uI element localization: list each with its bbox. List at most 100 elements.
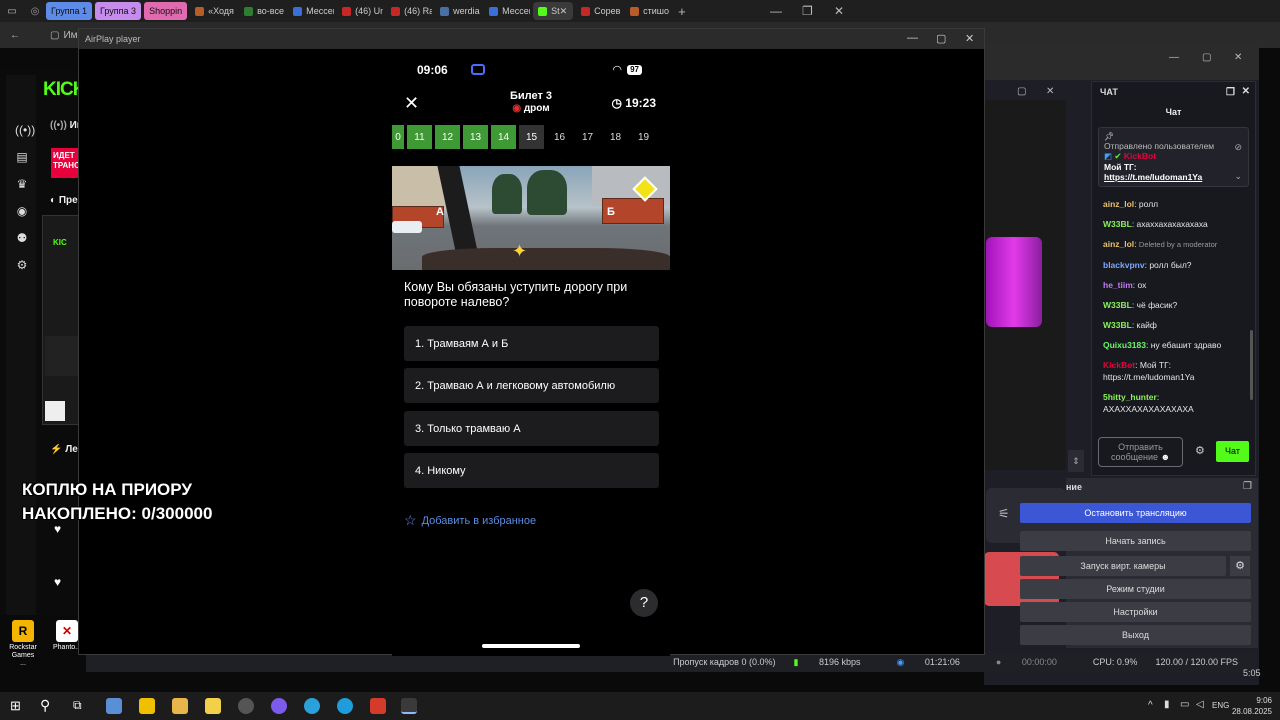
question-number[interactable]: 11 [407,125,432,149]
help-button[interactable]: ? [630,589,658,617]
browser-close-icon[interactable]: ✕ [834,0,844,22]
browser-tab[interactable]: во-все [239,2,285,20]
browser-tab[interactable]: (46) Ra [386,2,432,20]
question-number[interactable]: 0 [392,125,404,149]
browser-minimize-icon[interactable]: — [770,0,782,22]
taskbar-app-icon[interactable] [205,698,221,714]
telegram-icon[interactable] [304,698,320,714]
stream-preview-thumbnail[interactable]: KIC [42,215,80,425]
chat-username[interactable]: 5hitty_hunter [1103,392,1157,402]
airplay-maximize-icon[interactable]: ▢ [936,32,946,45]
preview-close-icon[interactable]: ✕ [1046,86,1054,97]
chat-message[interactable]: Quixu3183: ну ебашит здраво [1092,339,1257,351]
settings-button[interactable]: Настройки [1020,602,1251,622]
pinned-message[interactable]: 📌︎ Отправлено пользователем ◩ ✔ KickBot … [1098,127,1249,187]
browser-tab[interactable]: «Ходя [190,2,236,20]
obs-minimize-icon[interactable]: — [1169,52,1179,63]
chat-message[interactable]: ainz_lol: Deleted by a moderator [1092,238,1257,251]
chevron-down-icon[interactable]: ⌄ [1234,171,1242,182]
question-number[interactable]: 14 [491,125,516,149]
question-number[interactable]: 19 [631,125,656,149]
back-arrow-icon[interactable]: ← [10,30,20,41]
tray-chevron-icon[interactable]: ^ [1148,700,1153,711]
question-number[interactable]: 16 [547,125,572,149]
chat-message[interactable]: blackvpnv: ролл был? [1092,259,1257,271]
settings-gear-icon[interactable]: ⚙ [15,258,29,272]
windows-start-icon[interactable]: ⊞ [10,698,21,714]
file-explorer-icon[interactable] [172,698,188,714]
broadcast-icon[interactable]: ((•)) [15,123,35,137]
search-icon[interactable]: ⚲ [40,697,50,714]
taskbar-app-icon[interactable] [106,698,122,714]
answer-option-4[interactable]: 4. Никому [404,453,659,488]
browser-tab[interactable]: стишо [625,2,671,20]
volume-icon[interactable]: ◁ [1196,699,1204,710]
desktop-icon-rockstar[interactable]: R Rockstar Games ... [8,620,38,668]
chat-username[interactable]: W33BL [1103,320,1132,330]
question-number[interactable]: 15 [519,125,544,149]
chat-message[interactable]: he_tiim: ох [1092,279,1257,291]
kick-section-feed[interactable]: ⚡ Лен [50,444,80,455]
chat-close-icon[interactable]: ✕ [1242,86,1250,97]
chat-username[interactable]: blackvpnv [1103,260,1145,270]
edge-icon[interactable] [337,698,353,714]
shield-icon[interactable] [370,698,386,714]
browser-tab[interactable]: werdia [435,2,481,20]
start-record-button[interactable]: Начать запись [1020,531,1251,551]
chat-message[interactable]: KickBot: Мой ТГ: https://t.me/ludoman1Ya [1092,359,1257,383]
trophy-icon[interactable]: ♛ [15,177,29,191]
clock[interactable]: 9:06 28.08.2025 [1232,695,1272,717]
chevron-updown-icon[interactable]: ⇕ [1068,450,1084,472]
chat-username[interactable]: he_tiim [1103,280,1133,290]
obs-close-icon[interactable]: ✕ [1234,52,1242,63]
chat-input[interactable]: Отправить сообщение ☻ [1098,437,1183,467]
controls-popout-icon[interactable]: ❐ [1243,481,1252,492]
browser-tab[interactable]: Мессен [484,2,530,20]
chat-username[interactable]: Quixu3183 [1103,340,1146,350]
browser-tab[interactable]: Группа 3 [95,2,142,20]
answer-option-3[interactable]: 3. Только трамваю А [404,411,659,446]
browser-tab[interactable]: (46) Un [337,2,383,20]
chat-send-button[interactable]: Чат [1216,441,1249,462]
obs-restore-icon[interactable]: ▢ [1202,52,1211,63]
chat-username[interactable]: W33BL [1103,219,1132,229]
kick-section-info[interactable]: ((•)) Ино [50,120,80,131]
chat-scrollbar[interactable] [1250,330,1253,400]
add-to-favorites-button[interactable]: ☆ Добавить в избранное [404,512,536,529]
airplay-close-icon[interactable]: ✕ [965,32,974,45]
chat-message[interactable]: W33BL: чё фасик? [1092,299,1257,311]
heart-icon[interactable]: ♥ [54,575,61,589]
chat-message[interactable]: ainz_lol: ролл [1092,198,1257,210]
microphone-icon[interactable]: ▮ [1164,699,1170,710]
unpin-icon[interactable]: ⊘ [1234,142,1242,153]
new-tab-icon[interactable]: + [678,4,686,19]
question-number[interactable]: 12 [435,125,460,149]
chat-username[interactable]: ainz_lol [1103,199,1134,209]
kick-section-preview[interactable]: ◐ Пре [50,195,80,206]
chat-message[interactable]: W33BL: ахаххахахахахаха [1092,218,1257,230]
question-number[interactable]: 18 [603,125,628,149]
chat-username[interactable]: W33BL [1103,300,1132,310]
studio-mode-button[interactable]: Режим студии [1020,579,1251,599]
chat-username[interactable]: ainz_lol [1103,239,1134,249]
browser-tab[interactable]: Shoppin [144,2,188,20]
popout-icon[interactable]: ❐ [1226,87,1235,98]
mixer-settings-icon[interactable]: ⚟ [998,506,1010,522]
browser-menu-icon[interactable]: ▭ [0,6,24,17]
obs-icon[interactable] [238,698,254,714]
browser-tab[interactable]: Мессен [288,2,334,20]
question-number[interactable]: 17 [575,125,600,149]
stop-stream-button[interactable]: Остановить трансляцию [1020,503,1251,523]
chat-message[interactable]: 5hitty_hunter: АХАХХАХАХАХАХАХА [1092,391,1257,415]
virtual-cam-settings-icon[interactable]: ⚙ [1230,556,1250,576]
preview-restore-icon[interactable]: ▢ [1017,86,1026,97]
tab-close-icon[interactable]: ✕ [560,6,568,17]
airplay-taskbar-icon[interactable] [401,698,417,714]
browser-globe-icon[interactable]: ◎ [24,6,46,17]
answer-option-1[interactable]: 1. Трамваям А и Б [404,326,659,361]
browser-tab[interactable]: Группа 1 [46,2,93,20]
answer-option-2[interactable]: 2. Трамваю А и легковому автомобилю [404,368,659,403]
road-situation-image[interactable]: А Б ✦ [392,166,670,270]
browser-restore-icon[interactable]: ❐ [802,0,813,22]
bookmark-folder-icon[interactable]: ▢ [50,30,59,41]
